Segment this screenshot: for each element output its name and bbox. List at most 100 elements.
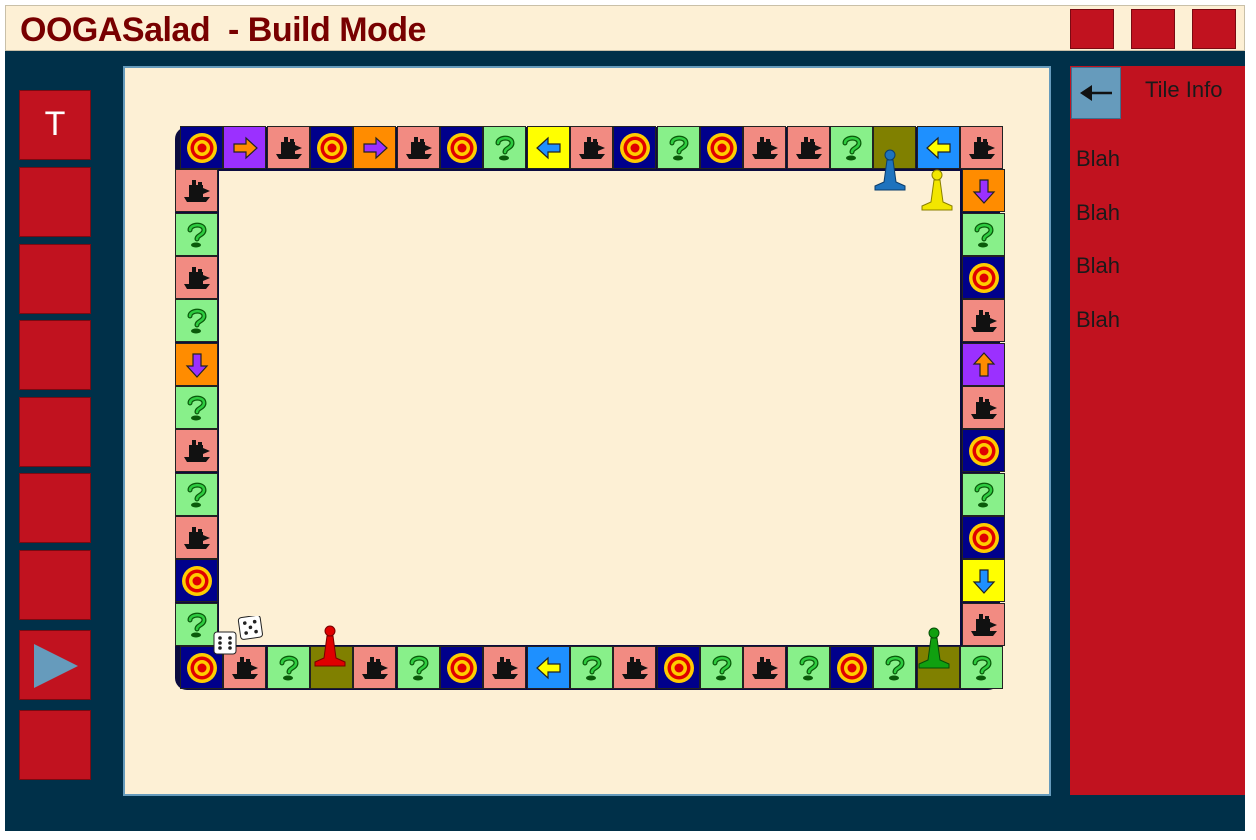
board-tile-left-5[interactable] (175, 386, 218, 429)
arrow-icon (969, 566, 999, 596)
arrow-icon (534, 133, 564, 163)
question-icon (664, 133, 694, 163)
board-tile-left-6[interactable] (175, 429, 218, 472)
board-tile-bottom-12[interactable] (700, 646, 743, 689)
tool-button-6[interactable] (19, 473, 91, 543)
board-tile-top-17[interactable] (917, 126, 960, 169)
board-tile-top-6[interactable] (440, 126, 483, 169)
board-tile-left-3[interactable] (175, 299, 218, 342)
board-tile-top-8[interactable] (527, 126, 570, 169)
board-tile-left-8[interactable] (175, 516, 218, 559)
question-icon (969, 220, 999, 250)
dice-icon[interactable] (212, 616, 268, 656)
question-icon (274, 653, 304, 683)
board-tile-bottom-8[interactable] (527, 646, 570, 689)
board-tile-top-3[interactable] (310, 126, 353, 169)
left-arrow-icon (1080, 85, 1112, 101)
bullseye-icon (835, 651, 869, 685)
tool-button-9[interactable] (19, 710, 91, 780)
board-tile-right-0[interactable] (962, 169, 1005, 212)
board-tile-bottom-5[interactable] (397, 646, 440, 689)
board-tile-right-3[interactable] (962, 299, 1005, 342)
question-icon (182, 306, 212, 336)
board-tile-bottom-7[interactable] (483, 646, 526, 689)
play-button[interactable] (19, 630, 91, 700)
board-tile-bottom-11[interactable] (657, 646, 700, 689)
bullseye-icon (185, 131, 219, 165)
board-tile-bottom-16[interactable] (873, 646, 916, 689)
board-tile-bottom-2[interactable] (267, 646, 310, 689)
board-tile-top-7[interactable] (483, 126, 526, 169)
board-tile-left-1[interactable] (175, 213, 218, 256)
window-button-3[interactable] (1192, 9, 1236, 49)
tool-button-2[interactable] (19, 167, 91, 237)
board-tile-top-1[interactable] (223, 126, 266, 169)
ship-icon (968, 612, 1000, 638)
board-tile-top-0[interactable] (180, 126, 223, 169)
board-tile-top-5[interactable] (397, 126, 440, 169)
board-tile-bottom-10[interactable] (613, 646, 656, 689)
tool-button-3[interactable] (19, 244, 91, 314)
tool-button-5[interactable] (19, 397, 91, 467)
bullseye-icon (705, 131, 739, 165)
board-tile-bottom-9[interactable] (570, 646, 613, 689)
board-tile-top-9[interactable] (570, 126, 613, 169)
board-tile-top-13[interactable] (743, 126, 786, 169)
tool-button-7[interactable] (19, 550, 91, 620)
board-tile-bottom-15[interactable] (830, 646, 873, 689)
board-tile-right-9[interactable] (962, 559, 1005, 602)
board-tile-top-4[interactable] (353, 126, 396, 169)
yellow-pawn[interactable] (917, 168, 957, 212)
question-icon (182, 393, 212, 423)
board-tile-right-6[interactable] (962, 429, 1005, 472)
board-tile-right-10[interactable] (962, 603, 1005, 646)
play-icon (34, 644, 78, 688)
board-tile-left-4[interactable] (175, 343, 218, 386)
board-tile-top-12[interactable] (700, 126, 743, 169)
board-tile-top-10[interactable] (613, 126, 656, 169)
board-tile-left-0[interactable] (175, 169, 218, 212)
bullseye-icon (967, 521, 1001, 555)
window-title: OOGASalad - Build Mode (20, 11, 426, 49)
red-pawn[interactable] (310, 624, 350, 668)
text-tool-button[interactable]: T (19, 90, 91, 160)
window-button-2[interactable] (1131, 9, 1175, 49)
ship-icon (968, 395, 1000, 421)
board-tile-right-5[interactable] (962, 386, 1005, 429)
board-tile-bottom-13[interactable] (743, 646, 786, 689)
tile-info-line-3: Blah (1076, 253, 1121, 278)
question-icon (969, 480, 999, 510)
green-pawn[interactable] (914, 626, 954, 670)
question-icon (967, 653, 997, 683)
ship-icon (181, 438, 213, 464)
board-tile-top-14[interactable] (787, 126, 830, 169)
board-tile-left-2[interactable] (175, 256, 218, 299)
board-tile-top-15[interactable] (830, 126, 873, 169)
arrow-icon (182, 350, 212, 380)
board-tile-right-7[interactable] (962, 473, 1005, 516)
question-icon (404, 653, 434, 683)
board-tile-right-2[interactable] (962, 256, 1005, 299)
tile-info-line-2: Blah (1076, 200, 1121, 225)
tool-button-4[interactable] (19, 320, 91, 390)
ship-icon (403, 135, 435, 161)
back-button[interactable] (1071, 67, 1121, 119)
window-button-1[interactable] (1070, 9, 1114, 49)
board-tile-bottom-18[interactable] (960, 646, 1003, 689)
board-tile-bottom-4[interactable] (353, 646, 396, 689)
board-tile-bottom-6[interactable] (440, 646, 483, 689)
board-tile-bottom-14[interactable] (787, 646, 830, 689)
board-tile-left-9[interactable] (175, 559, 218, 602)
ship-icon (229, 655, 261, 681)
blue-pawn[interactable] (870, 148, 910, 192)
board-tile-right-8[interactable] (962, 516, 1005, 559)
question-icon (182, 220, 212, 250)
board-tile-top-18[interactable] (960, 126, 1003, 169)
board-tile-right-1[interactable] (962, 213, 1005, 256)
bullseye-icon (445, 651, 479, 685)
board-tile-top-11[interactable] (657, 126, 700, 169)
board-tile-right-4[interactable] (962, 343, 1005, 386)
ship-icon (749, 135, 781, 161)
board-tile-top-2[interactable] (267, 126, 310, 169)
board-tile-left-7[interactable] (175, 473, 218, 516)
